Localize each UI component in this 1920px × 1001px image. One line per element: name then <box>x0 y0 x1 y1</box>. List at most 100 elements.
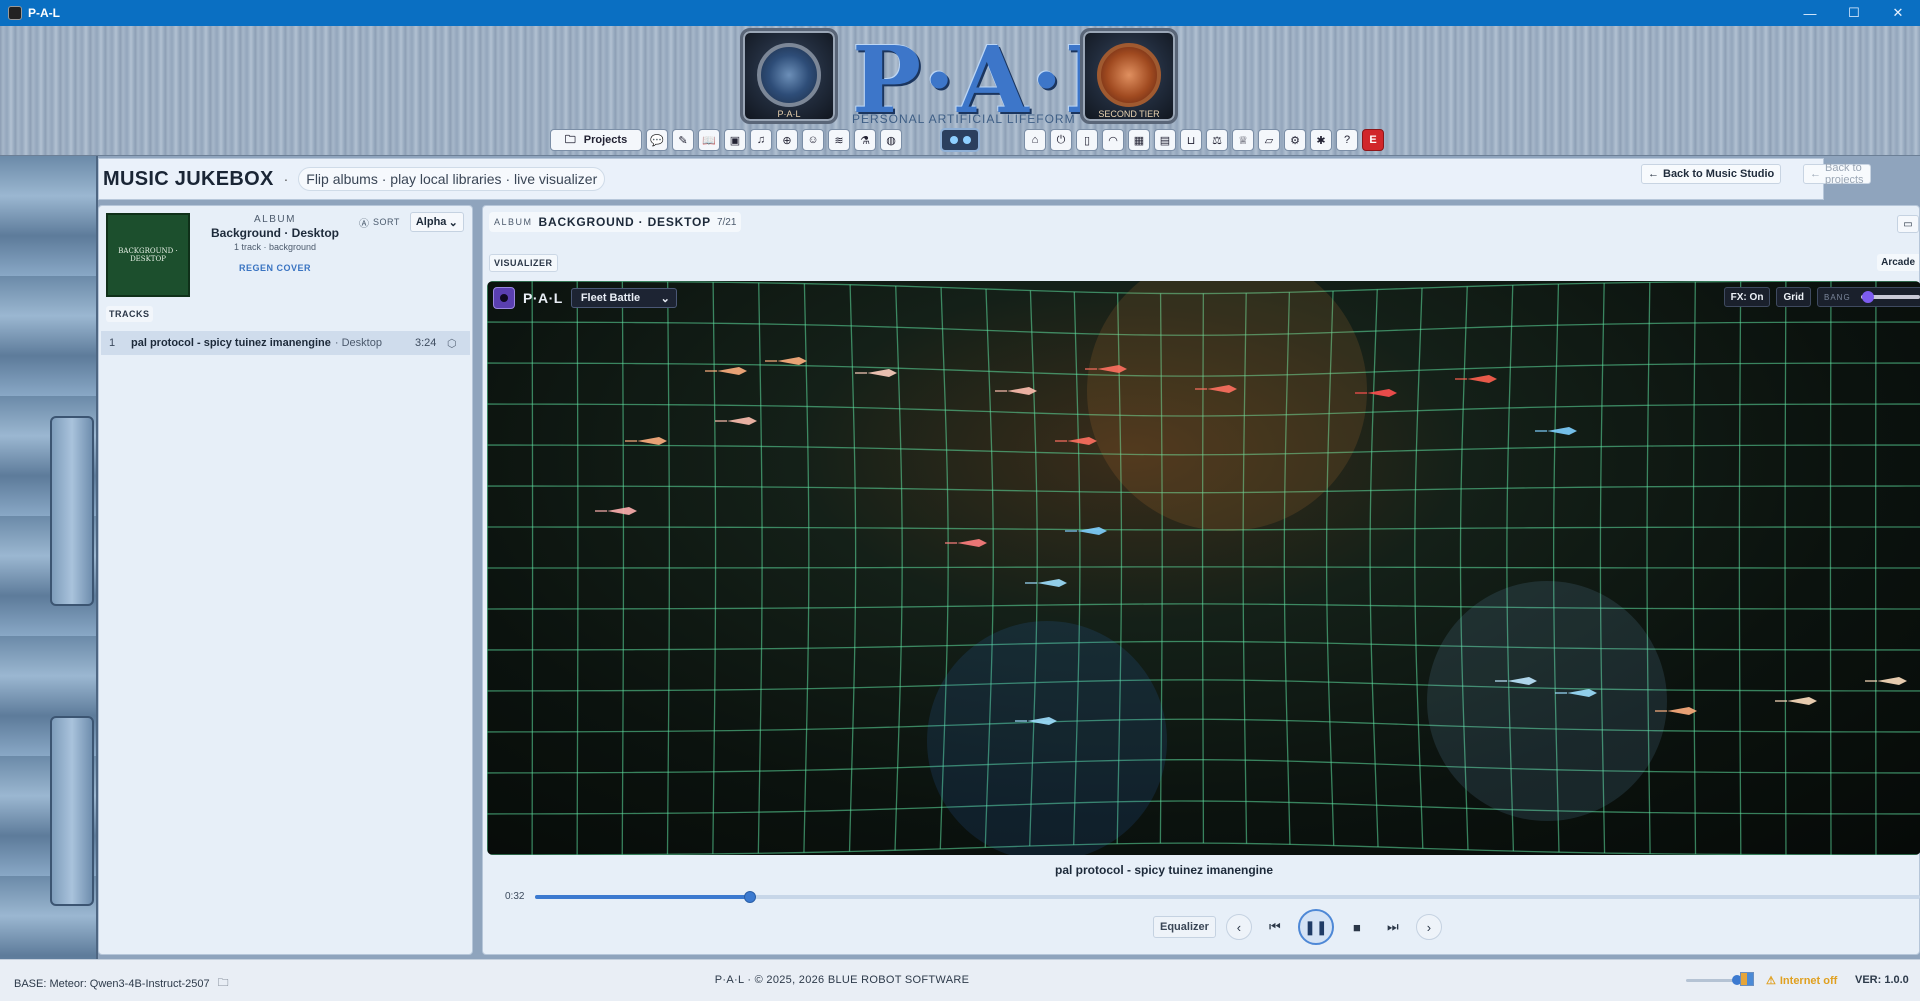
archive-icon[interactable]: ▤ <box>1154 129 1176 151</box>
image-icon[interactable]: ▣ <box>724 129 746 151</box>
track-row[interactable]: 1 pal protocol - spicy tuinez imanengine… <box>101 331 470 355</box>
apps-grid-icon[interactable] <box>1740 972 1754 986</box>
next-album-icon[interactable]: › <box>1415 914 1442 940</box>
ship-sprite <box>1367 389 1397 397</box>
bug-icon[interactable]: ✱ <box>1310 129 1332 151</box>
stop-icon[interactable]: ■ <box>1344 914 1370 940</box>
app-icon <box>8 6 22 20</box>
sort-select[interactable]: Alpha ⌄ <box>409 212 464 232</box>
scale-icon[interactable]: ⚖ <box>1206 129 1228 151</box>
maximize-icon[interactable]: ☐ <box>1832 0 1876 26</box>
robot-icon[interactable]: ☺ <box>802 129 824 151</box>
pal-badge-logo: P·A·L <box>740 28 838 124</box>
decorative-side-panel <box>0 156 98 959</box>
minimize-icon[interactable]: — <box>1788 0 1832 26</box>
sort-value: Alpha <box>415 216 447 228</box>
skip-back-icon[interactable]: ⏮ <box>1262 914 1288 940</box>
warning-icon: ⚠ <box>1766 975 1776 987</box>
ship-sprite <box>1547 427 1577 435</box>
projects-label: Projects <box>583 134 628 146</box>
visualizer-tab[interactable]: VISUALIZER <box>489 254 558 272</box>
gauge-icon[interactable]: ◠ <box>1102 129 1124 151</box>
bang-slider-knob[interactable] <box>1861 291 1874 303</box>
track-duration: 3:24 <box>415 337 437 349</box>
album-meta: ALBUM Background · Desktop 1 track · bac… <box>199 214 351 273</box>
pause-button[interactable]: ❚❚ <box>1297 909 1334 945</box>
grid-line-horizontal <box>487 679 1920 692</box>
ship-sprite <box>717 367 747 375</box>
album-main-panel: ALBUM BACKGROUND · DESKTOP 7/21 ▭ VISUAL… <box>482 205 1920 955</box>
back-to-projects-button[interactable]: ← Back to projects <box>1803 162 1871 186</box>
seek-bar-fill <box>535 895 750 899</box>
volume-slider[interactable] <box>1686 975 1742 985</box>
sort-alpha-icon[interactable]: Ⓐ <box>359 215 369 230</box>
now-playing-title: pal protocol - spicy tuinez imanengine <box>1054 863 1274 877</box>
previous-album-icon[interactable]: ‹ <box>1225 914 1252 940</box>
gamepad-icon[interactable]: ⊕ <box>776 129 798 151</box>
album-view-name: BACKGROUND · DESKTOP <box>538 215 711 229</box>
error-button[interactable]: E <box>1362 129 1384 151</box>
track-title: pal protocol - spicy tuinez imanengine <box>131 337 331 349</box>
chat-icon[interactable]: 💬 <box>646 129 668 151</box>
back-to-music-studio-button[interactable]: ← Back to Music Studio <box>1641 164 1782 184</box>
ship-sprite <box>1667 707 1697 715</box>
ship-sprite <box>607 507 637 515</box>
version-label: VER: 1.0.0 <box>1855 974 1909 986</box>
inbox-icon[interactable]: ⊔ <box>1180 129 1202 151</box>
waveform-icon[interactable]: ≋ <box>828 129 850 151</box>
chevron-down-icon: ⌄ <box>448 216 458 229</box>
power-icon[interactable]: ⏻ <box>1050 129 1072 151</box>
sort-label: SORT <box>373 217 400 227</box>
robot-face-button[interactable] <box>940 128 980 152</box>
ship-sprite <box>1877 677 1907 685</box>
fx-toggle[interactable]: FX: On <box>1723 287 1771 307</box>
gear-icon[interactable]: ⚙ <box>1284 129 1306 151</box>
arcade-button[interactable]: Arcade <box>1877 254 1919 271</box>
visualizer-mode-value: Fleet Battle <box>580 292 641 304</box>
help-icon[interactable]: ? <box>1336 129 1358 151</box>
ship-sprite <box>1077 527 1107 535</box>
visualizer-canvas[interactable]: P·A·L Fleet Battle ⌄ FX: On Grid BANG <box>487 281 1920 855</box>
regen-cover-button[interactable]: REGEN COVER <box>199 263 351 273</box>
equalizer-button[interactable]: Equalizer <box>1153 916 1216 938</box>
visualizer-scene <box>487 281 1920 855</box>
glow-effect <box>1087 281 1367 531</box>
status-bar: BASE: Meteor: Qwen3-4B-Instruct-2507 🗀 P… <box>0 959 1920 1001</box>
visualizer-mode-select[interactable]: Fleet Battle ⌄ <box>570 288 677 308</box>
folder-open-icon[interactable]: ▱ <box>1258 129 1280 151</box>
left-badge-caption: P·A·L <box>777 109 801 119</box>
projects-button[interactable]: 🗀 Projects <box>550 129 642 151</box>
open-folder-icon[interactable]: ▭ <box>1897 215 1919 233</box>
ship-sprite <box>637 437 667 445</box>
globe-icon[interactable]: ◍ <box>880 129 902 151</box>
pencil-icon[interactable]: ✎ <box>672 129 694 151</box>
seek-bar-knob[interactable] <box>743 891 756 903</box>
tower-icon[interactable]: ▯ <box>1076 129 1098 151</box>
album-cover[interactable]: BACKGROUND · DESKTOP <box>106 213 190 297</box>
home-icon[interactable]: ⌂ <box>1024 129 1046 151</box>
grid-toggle[interactable]: Grid <box>1776 287 1811 307</box>
music-icon[interactable]: ♫ <box>750 129 772 151</box>
close-icon[interactable]: ✕ <box>1876 0 1920 26</box>
bang-label: BANG <box>1824 292 1851 302</box>
cpu-icon[interactable]: ▦ <box>1128 129 1150 151</box>
glow-effect <box>1427 581 1667 821</box>
seek-bar[interactable] <box>535 891 1920 903</box>
tag-icon[interactable]: ⬡ <box>447 337 457 350</box>
skip-forward-icon[interactable]: ⏭ <box>1380 914 1406 940</box>
visualizer-brand: P·A·L Fleet Battle ⌄ <box>493 287 677 309</box>
visualizer-brand-text: P·A·L <box>523 290 563 306</box>
trophy-icon[interactable]: ♕ <box>1232 129 1254 151</box>
app-banner: P·A·L P·A·L PERSONAL ARTIFICIAL LIFEFORM… <box>0 26 1920 156</box>
book-icon[interactable]: 📖 <box>698 129 720 151</box>
flask-icon[interactable]: ⚗ <box>854 129 876 151</box>
pal-logo-subtitle: PERSONAL ARTIFICIAL LIFEFORM <box>852 112 1076 126</box>
grid-line-horizontal <box>487 718 1920 733</box>
sort-control: Ⓐ SORT Alpha ⌄ <box>359 212 464 232</box>
grid-line-vertical <box>1414 287 1424 849</box>
bang-slider[interactable]: BANG <box>1817 287 1920 307</box>
visualizer-controls: FX: On Grid BANG <box>1723 287 1920 307</box>
orb-icon[interactable] <box>493 287 515 309</box>
internet-status-label: Internet off <box>1779 974 1838 987</box>
page-title: MUSIC JUKEBOX <box>103 167 274 190</box>
